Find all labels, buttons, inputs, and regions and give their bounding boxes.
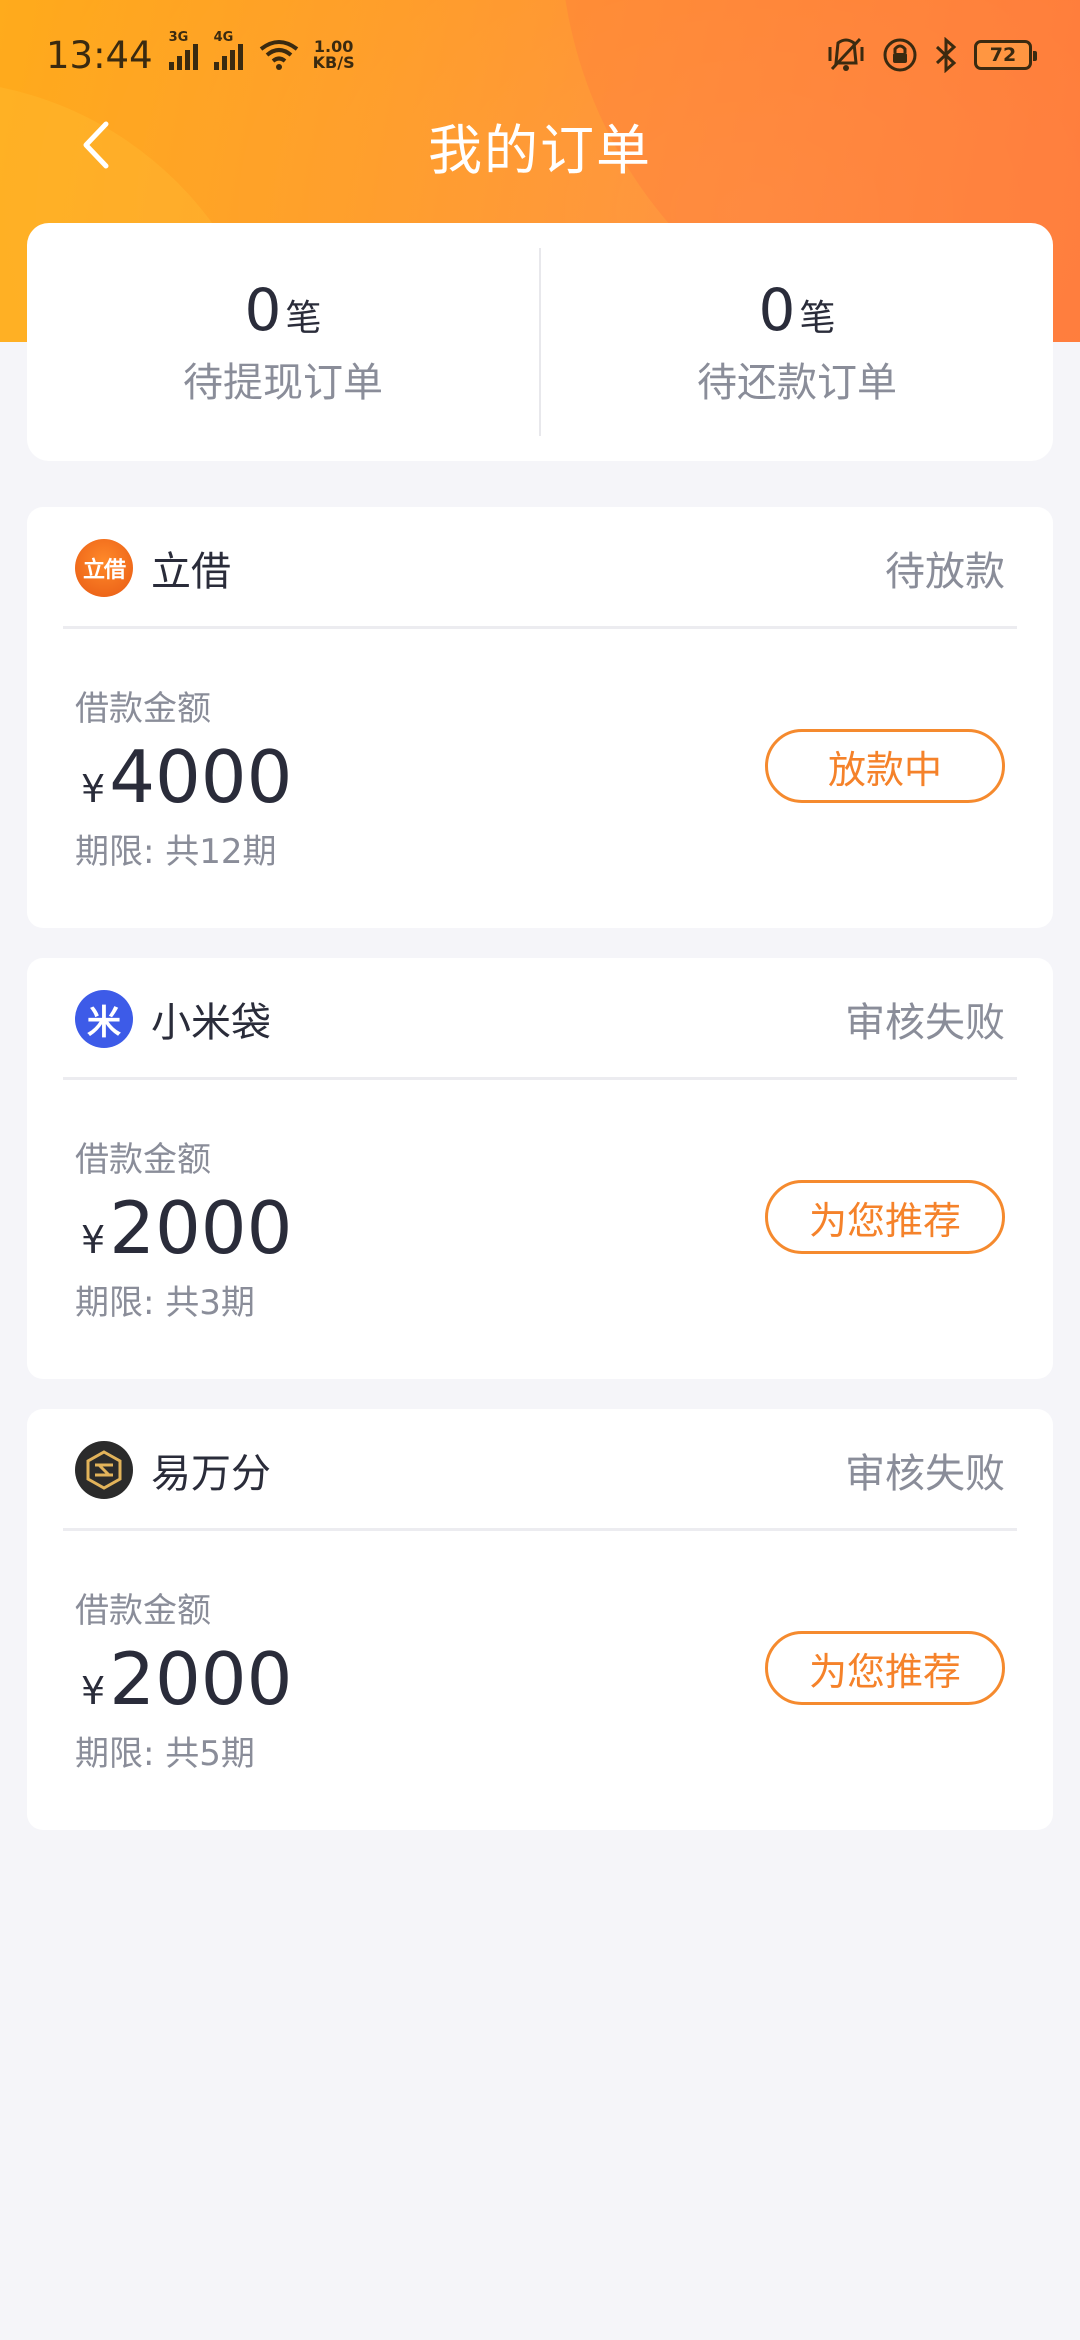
loan-term: 期限: 共3期 [75,1283,255,1323]
pending-repay-label: 待还款订单 [697,360,897,406]
signal-3g-icon: 3G [168,30,198,70]
wifi-icon [259,40,298,70]
pending-repay-count: 0 [758,276,796,344]
vibrate-icon [828,37,864,71]
net-speed: 1.00 KB/S [312,37,355,72]
order-card[interactable]: 米 小米袋 审核失败 借款金额 ¥ 2000 期限: 共3期 为您推荐 [27,958,1053,1379]
pending-withdraw-count: 0 [244,276,282,344]
order-status: 审核失败 [845,1000,1005,1046]
pending-withdraw-label: 待提现订单 [183,360,383,406]
signal-4g-icon: 4G [213,30,243,70]
order-card[interactable]: 易万分 审核失败 借款金额 ¥ 2000 期限: 共5期 为您推荐 [27,1409,1053,1830]
currency-symbol: ¥ [81,1218,106,1262]
loan-amount: 4000 [109,735,293,819]
currency-symbol: ¥ [81,1669,106,1713]
brand-logo-icon: 米 [75,990,133,1048]
amount-label: 借款金额 [75,1591,211,1631]
back-button[interactable] [70,120,120,170]
brand-logo-icon: 立借 [75,539,133,597]
loan-amount: 2000 [109,1186,293,1270]
order-card[interactable]: 立借 立借 待放款 借款金额 ¥ 4000 期限: 共12期 放款中 [27,507,1053,928]
order-summary-card: 0 笔 待提现订单 0 笔 待还款订单 [27,223,1053,461]
order-action-button[interactable]: 为您推荐 [765,1631,1005,1705]
back-arrow-icon [83,121,109,169]
nav-bar: 我的订单 [0,100,1080,190]
pending-withdraw-unit: 笔 [285,298,322,339]
order-status: 待放款 [885,549,1005,595]
loan-term: 期限: 共5期 [75,1734,255,1774]
order-status: 审核失败 [845,1451,1005,1497]
order-action-button[interactable]: 放款中 [765,729,1005,803]
pending-repay-unit: 笔 [799,298,836,339]
pending-repay-summary[interactable]: 0 笔 待还款订单 [541,223,1053,461]
status-bar: 13:44 3G 4G 1.00 KB/S 72 [0,0,1080,110]
brand-name: 易万分 [151,1451,271,1497]
brand-logo-icon [75,1441,133,1499]
page-title: 我的订单 [428,118,652,182]
status-time: 13:44 [46,33,153,77]
lock-rotation-icon [883,38,917,72]
pending-withdraw-summary[interactable]: 0 笔 待提现订单 [27,223,539,461]
loan-amount: 2000 [109,1637,293,1721]
brand-name: 立借 [151,549,231,595]
order-action-button[interactable]: 为您推荐 [765,1180,1005,1254]
bluetooth-icon [935,37,957,73]
amount-label: 借款金额 [75,689,211,729]
brand-name: 小米袋 [151,1000,271,1046]
amount-label: 借款金额 [75,1140,211,1180]
loan-term: 期限: 共12期 [75,832,277,872]
currency-symbol: ¥ [81,767,106,811]
battery-icon: 72 [974,40,1037,70]
